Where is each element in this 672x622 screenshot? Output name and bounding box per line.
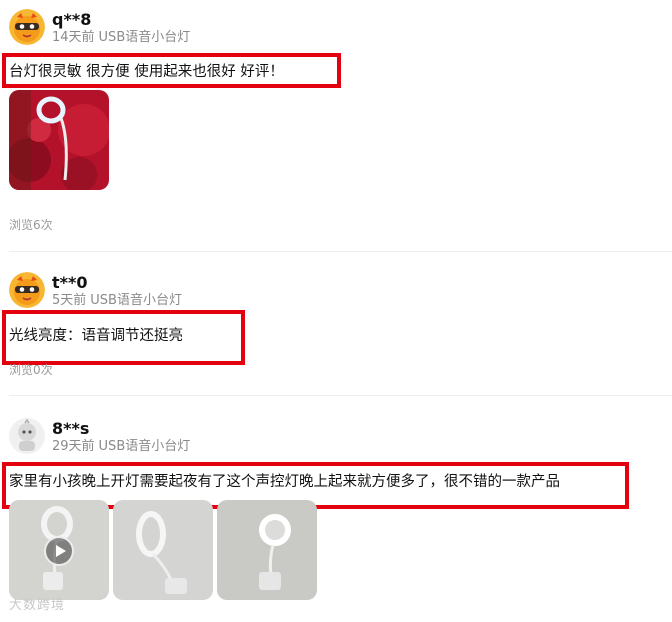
user-avatar[interactable]	[9, 418, 45, 454]
review-meta: 14天前 USB语音小台灯	[52, 30, 194, 46]
gray-robot-avatar-icon	[9, 418, 45, 454]
user-avatar[interactable]	[9, 9, 45, 45]
review-content: 光线亮度：语音调节还挺亮	[9, 328, 183, 344]
review-photo[interactable]	[9, 90, 109, 190]
user-avatar[interactable]	[9, 272, 45, 308]
username: q**8	[52, 10, 92, 29]
play-icon[interactable]	[44, 536, 74, 566]
desk-lamp-photo	[9, 90, 109, 190]
review-time: 29天前	[52, 439, 95, 454]
desk-lamp-photo	[113, 500, 213, 600]
review-content: 家里有小孩晚上开灯需要起夜有了这个声控灯晚上起来就方便多了，很不错的一款产品	[9, 474, 560, 490]
username: t**0	[52, 273, 88, 292]
orange-masked-mascot-avatar-icon	[9, 9, 45, 45]
review-content: 台灯很灵敏 很方便 使用起来也很好 好评！	[9, 64, 284, 80]
product-variant: USB语音小台灯	[90, 293, 182, 308]
view-count: 浏览6次	[9, 218, 53, 232]
view-count: 浏览0次	[9, 363, 53, 377]
review-time: 5天前	[52, 293, 87, 308]
review-meta: 5天前 USB语音小台灯	[52, 293, 186, 309]
review-video-thumbnail[interactable]	[9, 500, 109, 600]
review-item: q**8 14天前 USB语音小台灯 台灯很灵敏 很方便 使用起来也很好 好评！ …	[0, 0, 672, 252]
review-item: 8**s 29天前 USB语音小台灯 家里有小孩晚上开灯需要起夜有了这个声控灯晚上…	[0, 396, 672, 622]
review-item: t**0 5天前 USB语音小台灯 光线亮度：语音调节还挺亮 浏览0次	[0, 252, 672, 396]
review-meta: 29天前 USB语音小台灯	[52, 439, 194, 455]
desk-lamp-photo	[217, 500, 317, 600]
review-photo[interactable]	[217, 500, 317, 600]
review-time: 14天前	[52, 30, 95, 45]
watermark: 大数跨境	[9, 598, 66, 613]
orange-masked-mascot-avatar-icon	[9, 272, 45, 308]
product-variant: USB语音小台灯	[98, 30, 191, 45]
review-photo[interactable]	[113, 500, 213, 600]
product-variant: USB语音小台灯	[98, 439, 191, 454]
username: 8**s	[52, 419, 90, 438]
